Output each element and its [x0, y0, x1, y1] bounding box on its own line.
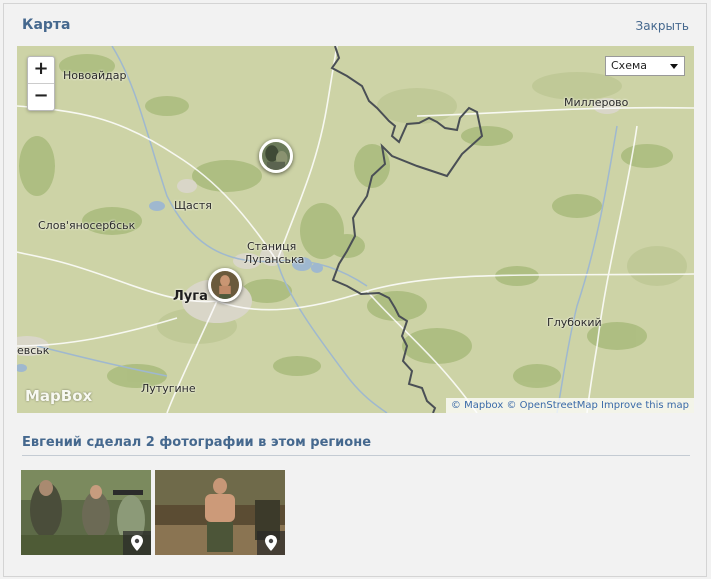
photo-thumbnail-2[interactable] — [155, 470, 285, 555]
zoom-out-button[interactable]: − — [28, 83, 54, 110]
osm-attribution-link[interactable]: © OpenStreetMap — [506, 400, 597, 411]
city-label-shchastia: Щастя — [174, 199, 212, 212]
city-label-slovianoserbsk: Слов'яносербськ — [38, 219, 136, 232]
city-label-evsk: евськ — [17, 344, 50, 357]
city-label-lutuhyne: Лутугине — [141, 382, 196, 395]
location-pin-button[interactable] — [257, 531, 285, 555]
location-pin-icon — [131, 535, 143, 551]
city-label-novoaidar: Новоайдар — [63, 69, 127, 82]
city-label-luhanska: Луганська — [244, 253, 305, 266]
map-layer-select[interactable]: Схема — [605, 56, 685, 76]
map-attribution: © Mapbox © OpenStreetMap Improve this ma… — [445, 398, 694, 413]
map-view[interactable]: + − Схема Новоайдар Миллерово Щастя Слов… — [17, 46, 694, 413]
photos-section-title: Евгений сделал 2 фотографии в этом регио… — [22, 435, 690, 456]
photo-marker[interactable] — [259, 139, 293, 173]
city-label-hlubokyi: Глубокий — [547, 316, 602, 329]
map-layer-select-label: Схема — [611, 59, 647, 72]
location-pin-icon — [265, 535, 277, 551]
zoom-control: + − — [27, 56, 55, 111]
city-label-millerovo: Миллерово — [564, 96, 629, 109]
mapbox-attribution-link[interactable]: © Mapbox — [451, 400, 503, 411]
location-pin-button[interactable] — [123, 531, 151, 555]
photo-thumbnail — [262, 142, 290, 170]
photo-thumbnail — [211, 271, 239, 299]
improve-map-link[interactable]: Improve this map — [601, 400, 689, 411]
city-label-luhansk: Луга — [173, 289, 208, 304]
photo-marker[interactable] — [208, 268, 242, 302]
zoom-in-button[interactable]: + — [28, 57, 54, 83]
close-link[interactable]: Закрыть — [636, 19, 689, 33]
dialog-title: Карта — [22, 17, 71, 33]
mapbox-logo: MapBox — [25, 387, 93, 405]
chevron-down-icon — [670, 64, 678, 69]
photo-thumbnail-1[interactable] — [21, 470, 151, 555]
city-label-stanytsia: Станиця — [247, 240, 297, 253]
